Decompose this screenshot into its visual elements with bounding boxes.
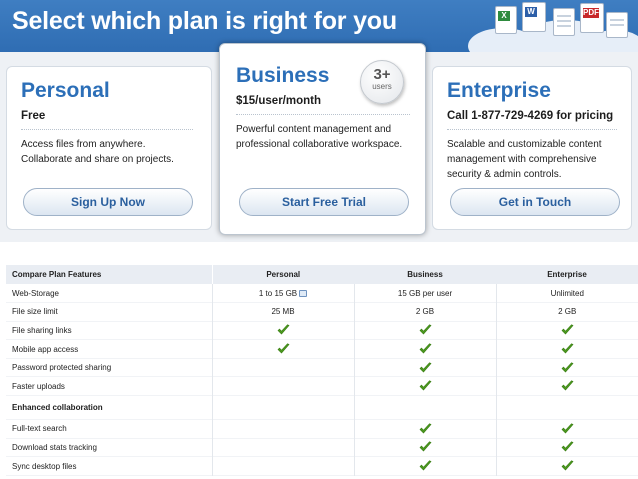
table-cell (211, 358, 354, 377)
table-row: Sync desktop files (6, 456, 638, 476)
feature-name: File size limit (12, 307, 58, 317)
plan-description-enterprise: Scalable and customizable content manage… (447, 139, 602, 180)
plan-name-business: Business (236, 64, 330, 87)
table-row: Mobile app access (6, 339, 638, 359)
sign-up-now-button[interactable]: Sign Up Now (23, 188, 193, 216)
divider (236, 114, 410, 115)
checkmark-icon (277, 343, 289, 354)
plan-price-business: $15/user/month (236, 95, 321, 107)
table-cell (353, 419, 496, 439)
table-cell: Unlimited (495, 284, 638, 303)
column-header: Compare Plan Features (6, 265, 212, 284)
table-cell: 2 GB (495, 302, 638, 322)
divider (21, 129, 193, 130)
plan-description-business: Powerful content management and professi… (236, 124, 403, 150)
table-cell (353, 321, 496, 340)
table-cell (211, 376, 354, 396)
table-row: File sharing links (6, 321, 638, 340)
checkmark-icon (419, 343, 431, 354)
table-cell (211, 321, 354, 340)
checkmark-icon (561, 423, 574, 434)
document-icon (553, 8, 575, 36)
compare-features-table: Compare Plan Features Personal Business … (6, 265, 638, 476)
checkmark-icon (277, 324, 289, 335)
page-title: Select which plan is right for you (12, 7, 397, 35)
users-badge: 3+ users (360, 60, 404, 104)
feature-name: Password protected sharing (12, 363, 112, 373)
column-header: Personal (211, 265, 354, 284)
feature-name: Download stats tracking (12, 442, 97, 452)
plan-price-personal: Free (21, 110, 46, 122)
table-row: Faster uploads (6, 376, 638, 396)
checkmark-icon (419, 324, 431, 335)
table-cell (211, 339, 354, 359)
plan-name-enterprise: Enterprise (447, 79, 551, 102)
table-row: Web-Storage 1 to 15 GB 15 GB per user Un… (6, 284, 638, 303)
plan-name-personal: Personal (21, 79, 110, 102)
feature-name: Sync desktop files (12, 461, 77, 471)
table-cell (353, 438, 496, 457)
table-cell: 2 GB (353, 302, 496, 322)
get-in-touch-button[interactable]: Get in Touch (450, 188, 620, 216)
section-title: Enhanced collaboration (12, 403, 103, 413)
document-icon (606, 12, 628, 38)
checkmark-icon (561, 324, 574, 335)
table-header-row: Compare Plan Features Personal Business … (6, 265, 638, 284)
table-row: File size limit 25 MB 2 GB 2 GB (6, 302, 638, 322)
column-header: Business (354, 265, 496, 284)
checkmark-icon (561, 441, 574, 452)
checkmark-icon (419, 380, 431, 391)
table-cell (495, 419, 638, 439)
table-cell (495, 321, 638, 340)
checkmark-icon (419, 460, 431, 471)
checkmark-icon (561, 460, 574, 471)
start-free-trial-button[interactable]: Start Free Trial (239, 188, 409, 216)
table-cell (495, 339, 638, 359)
feature-name: Mobile app access (12, 344, 79, 354)
table-cell (495, 376, 638, 396)
table-cell: 1 to 15 GB (211, 284, 354, 303)
checkmark-icon (419, 423, 431, 434)
table-cell (353, 358, 496, 377)
table-cell: 15 GB per user (353, 284, 496, 303)
table-cell (353, 339, 496, 359)
table-cell (495, 358, 638, 377)
feature-name: File sharing links (12, 325, 72, 335)
plan-description-personal: Access files from anywhere. Collaborate … (21, 139, 174, 165)
checkmark-icon (419, 441, 431, 452)
table-cell (495, 438, 638, 457)
table-cell (211, 456, 354, 476)
info-icon[interactable] (299, 289, 308, 297)
table-cell (211, 419, 354, 439)
table-row: Download stats tracking (6, 438, 638, 457)
checkmark-icon (561, 343, 574, 354)
plan-price-enterprise: Call 1-877-729-4269 for pricing (447, 110, 614, 122)
pdf-document-icon: PDF (580, 3, 604, 33)
table-section-header: Enhanced collaboration (6, 395, 638, 420)
feature-name: Full-text search (12, 424, 67, 434)
table-row: Password protected sharing (6, 358, 638, 377)
table-cell (353, 456, 496, 476)
feature-name: Web-Storage (12, 288, 59, 298)
table-cell: 25 MB (211, 302, 354, 322)
divider (447, 129, 617, 130)
feature-name: Faster uploads (12, 381, 65, 391)
table-row: Full-text search (6, 419, 638, 439)
checkmark-icon (561, 362, 574, 373)
checkmark-icon (561, 380, 574, 391)
table-cell (211, 438, 354, 457)
table-cell (495, 456, 638, 476)
excel-document-icon: X (495, 6, 517, 34)
column-header: Enterprise (496, 265, 638, 284)
word-document-icon: W (522, 2, 546, 32)
checkmark-icon (419, 362, 431, 373)
table-cell (353, 376, 496, 396)
